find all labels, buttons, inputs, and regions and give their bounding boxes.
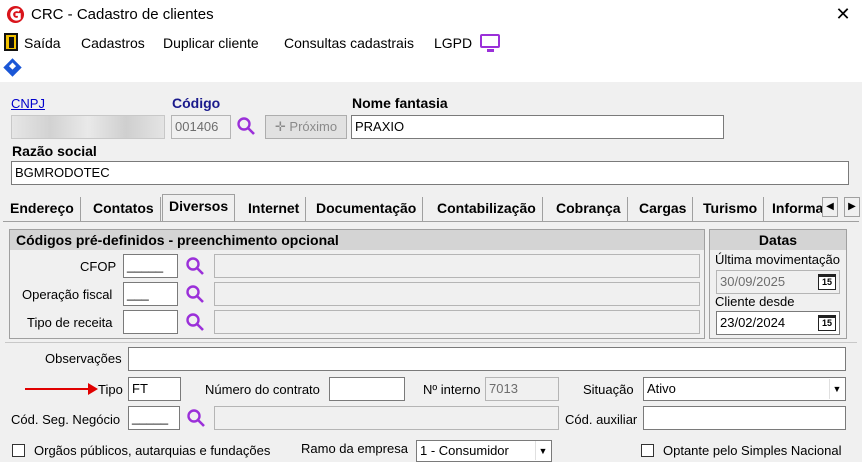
orgaos-publicos-label: Orgãos públicos, autarquias e fundações [34, 443, 271, 458]
n-interno-label: Nº interno [423, 382, 481, 397]
situacao-select[interactable]: Ativo [643, 377, 846, 401]
cfop-label: CFOP [80, 259, 117, 274]
ramo-empresa-value: 1 - Consumidor [420, 443, 509, 458]
cod-auxiliar-field[interactable] [643, 406, 846, 430]
cliente-desde-label: Cliente desde [715, 294, 795, 309]
tab-documentacao[interactable]: Documentação [310, 197, 424, 221]
tab-informa[interactable]: Informa [766, 197, 829, 221]
secondary-toolbar [0, 56, 862, 82]
tab-endereco[interactable]: Endereço [4, 197, 81, 221]
annotation-arrow-head [88, 383, 98, 395]
cod-seg-negocio-field[interactable]: _____ [128, 406, 180, 430]
tab-scroll-right-icon[interactable]: ▶ [844, 197, 860, 217]
tab-contatos[interactable]: Contatos [87, 197, 161, 221]
monitor-icon[interactable] [480, 34, 500, 52]
tab-diversos[interactable]: Diversos [162, 194, 236, 222]
operacao-fiscal-search-icon[interactable] [185, 284, 205, 304]
cliente-desde-calendar-icon[interactable]: 15 [818, 315, 836, 331]
tipo-receita-search-icon[interactable] [185, 312, 205, 332]
cfop-search-icon[interactable] [185, 256, 205, 276]
cod-seg-negocio-search-icon[interactable] [186, 408, 206, 428]
tipo-label: Tipo [98, 382, 123, 397]
cfop-description-field [214, 254, 700, 278]
cnpj-field[interactable] [11, 115, 165, 139]
tipo-field[interactable]: FT [128, 377, 181, 401]
menu-lgpd[interactable]: LGPD [434, 35, 472, 51]
tab-turismo[interactable]: Turismo [697, 197, 765, 221]
tab-cobranca[interactable]: Cobrança [550, 197, 628, 221]
proximo-button[interactable]: ✛ Próximo [265, 115, 347, 139]
app-logo-icon [6, 5, 25, 24]
cod-seg-negocio-description-field [214, 406, 559, 430]
nome-fantasia-field[interactable]: PRAXIO [351, 115, 724, 139]
ultima-movimentacao-calendar-icon[interactable]: 15 [818, 274, 836, 290]
numero-contrato-label: Número do contrato [205, 382, 320, 397]
operacao-fiscal-label: Operação fiscal [22, 287, 113, 302]
menu-cadastros[interactable]: Cadastros [81, 35, 145, 51]
nome-fantasia-label: Nome fantasia [352, 95, 448, 111]
cnpj-link[interactable]: CNPJ [11, 96, 45, 111]
exit-door-icon[interactable] [4, 33, 18, 51]
ultima-movimentacao-label: Última movimentação [715, 252, 840, 267]
close-icon[interactable]: ✕ [833, 4, 853, 24]
ramo-empresa-select[interactable]: 1 - Consumidor [416, 440, 552, 462]
tipo-receita-description-field [214, 310, 700, 334]
codigos-group-title: Códigos pré-definidos - preenchimento op… [10, 230, 704, 250]
cfop-field[interactable]: _____ [123, 254, 178, 278]
ramo-empresa-chevron-down-icon[interactable]: ▼ [535, 441, 550, 460]
situacao-label: Situação [583, 382, 634, 397]
title-bar: CRC - Cadastro de clientes ✕ [0, 0, 862, 30]
tipo-receita-label: Tipo de receita [27, 315, 113, 330]
menu-duplicar-cliente[interactable]: Duplicar cliente [163, 35, 259, 51]
operacao-fiscal-description-field [214, 282, 700, 306]
annotation-arrow-line [25, 388, 91, 390]
optante-simples-checkbox[interactable] [641, 444, 654, 457]
menu-bar: Saída Cadastros Duplicar cliente Consult… [0, 30, 862, 56]
codigo-field[interactable]: 001406 [171, 115, 231, 139]
navigation-diamond-icon[interactable] [3, 58, 22, 77]
section-divider [5, 342, 857, 343]
codigo-label: Código [172, 95, 221, 111]
window-title: CRC - Cadastro de clientes [31, 6, 214, 23]
optante-simples-label: Optante pelo Simples Nacional [663, 443, 842, 458]
tab-cargas[interactable]: Cargas [633, 197, 694, 221]
razao-social-field[interactable]: BGMRODOTEC [11, 161, 849, 185]
n-interno-field: 7013 [485, 377, 559, 401]
cod-seg-negocio-label: Cód. Seg. Negócio [11, 412, 121, 427]
tipo-receita-field[interactable] [123, 310, 178, 334]
tab-scroll-left-icon[interactable]: ◀ [822, 197, 838, 217]
situacao-value: Ativo [647, 381, 676, 396]
datas-group-title: Datas [710, 230, 846, 250]
codigo-search-icon[interactable] [236, 116, 256, 136]
tab-panel-border [3, 221, 859, 222]
tab-contabilizacao[interactable]: Contabilização [431, 197, 543, 221]
observacoes-label: Observações [45, 351, 122, 366]
menu-exit[interactable]: Saída [24, 35, 61, 51]
ramo-empresa-label: Ramo da empresa [301, 441, 408, 456]
menu-consultas-cadastrais[interactable]: Consultas cadastrais [284, 35, 414, 51]
orgaos-publicos-checkbox[interactable] [12, 444, 25, 457]
operacao-fiscal-field[interactable]: ___ [123, 282, 178, 306]
numero-contrato-field[interactable] [329, 377, 405, 401]
razao-social-label: Razão social [12, 143, 97, 159]
observacoes-field[interactable] [128, 347, 846, 371]
tab-internet[interactable]: Internet [242, 197, 307, 221]
situacao-chevron-down-icon[interactable]: ▼ [829, 379, 844, 399]
cod-auxiliar-label: Cód. auxiliar [565, 412, 638, 427]
